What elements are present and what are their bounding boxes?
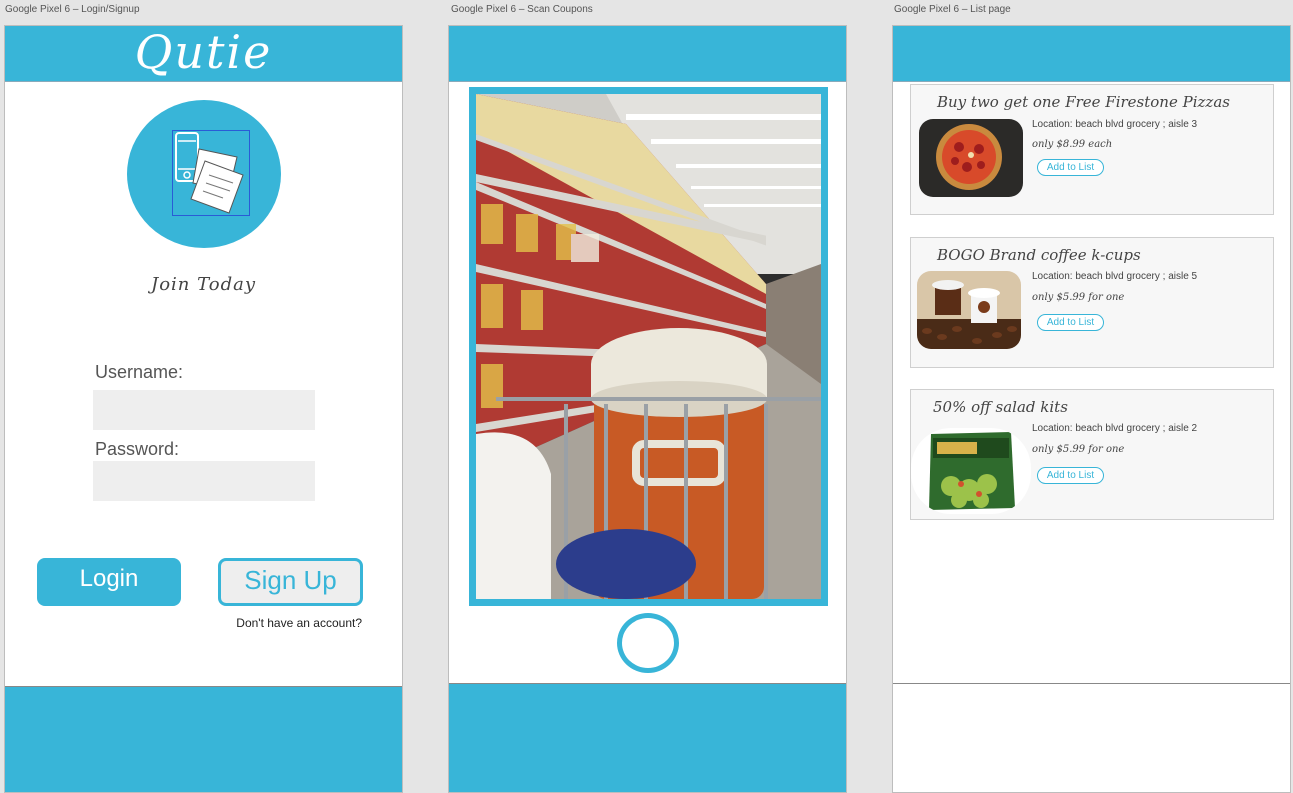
top-bar: Qutie [5, 26, 402, 82]
artboard-label-scan: Google Pixel 6 – Scan Coupons [451, 4, 593, 15]
coupon-price: only $8.99 each [1032, 139, 1113, 150]
password-label: Password: [95, 439, 180, 459]
pizza-image [919, 119, 1023, 197]
top-bar [449, 26, 846, 82]
bottom-bar [893, 683, 1290, 792]
username-label: Username: [95, 362, 184, 382]
brand-logo-text: Qutie [134, 25, 273, 79]
username-field[interactable] [93, 390, 315, 430]
capture-circle-icon[interactable] [617, 613, 679, 673]
join-today-heading: Join Today [151, 274, 256, 295]
top-bar [893, 26, 1290, 82]
grocery-aisle-photo [476, 94, 821, 599]
coupon-title: Buy two get one Free Firestone Pizzas [937, 93, 1230, 111]
app-logo [127, 100, 281, 248]
add-to-list-button[interactable]: Add to List [1037, 314, 1104, 331]
bottom-bar [5, 686, 402, 792]
add-to-list-button[interactable]: Add to List [1037, 159, 1104, 176]
login-screen: Qutie Join Today Username: Password: Log… [4, 25, 403, 793]
camera-viewfinder [469, 87, 828, 606]
coupon-location: Location: beach blvd grocery ; aisle 2 [1032, 423, 1198, 434]
password-field[interactable] [93, 461, 315, 501]
account-prompt[interactable]: Don't have an account? [236, 616, 362, 630]
scan-screen [448, 25, 847, 793]
add-to-list-button[interactable]: Add to List [1037, 467, 1104, 484]
coupon-price: only $5.99 for one [1032, 292, 1125, 303]
coffee-kcups-image [917, 271, 1021, 349]
bottom-bar [449, 683, 846, 792]
list-screen: Buy two get one Free Firestone Pizzas Lo… [892, 25, 1291, 793]
coupon-location: Location: beach blvd grocery ; aisle 3 [1032, 119, 1198, 130]
login-button[interactable]: Login [37, 558, 181, 606]
coupon-card: BOGO Brand coffee k-cups Location: beach… [910, 237, 1274, 368]
coupon-card: Buy two get one Free Firestone Pizzas Lo… [910, 84, 1274, 215]
coupon-phone-icon [172, 130, 250, 216]
coupon-location: Location: beach blvd grocery ; aisle 5 [1032, 271, 1198, 282]
coupon-title: 50% off salad kits [933, 398, 1068, 416]
salad-kit-image [911, 428, 1031, 514]
artboard-label-login: Google Pixel 6 – Login/Signup [5, 4, 140, 15]
coupon-title: BOGO Brand coffee k-cups [937, 246, 1141, 264]
signup-button[interactable]: Sign Up [218, 558, 363, 606]
coupon-card: 50% off salad kits Location: beach blvd … [910, 389, 1274, 520]
artboard-label-list: Google Pixel 6 – List page [894, 4, 1011, 15]
coupon-price: only $5.99 for one [1032, 444, 1125, 455]
